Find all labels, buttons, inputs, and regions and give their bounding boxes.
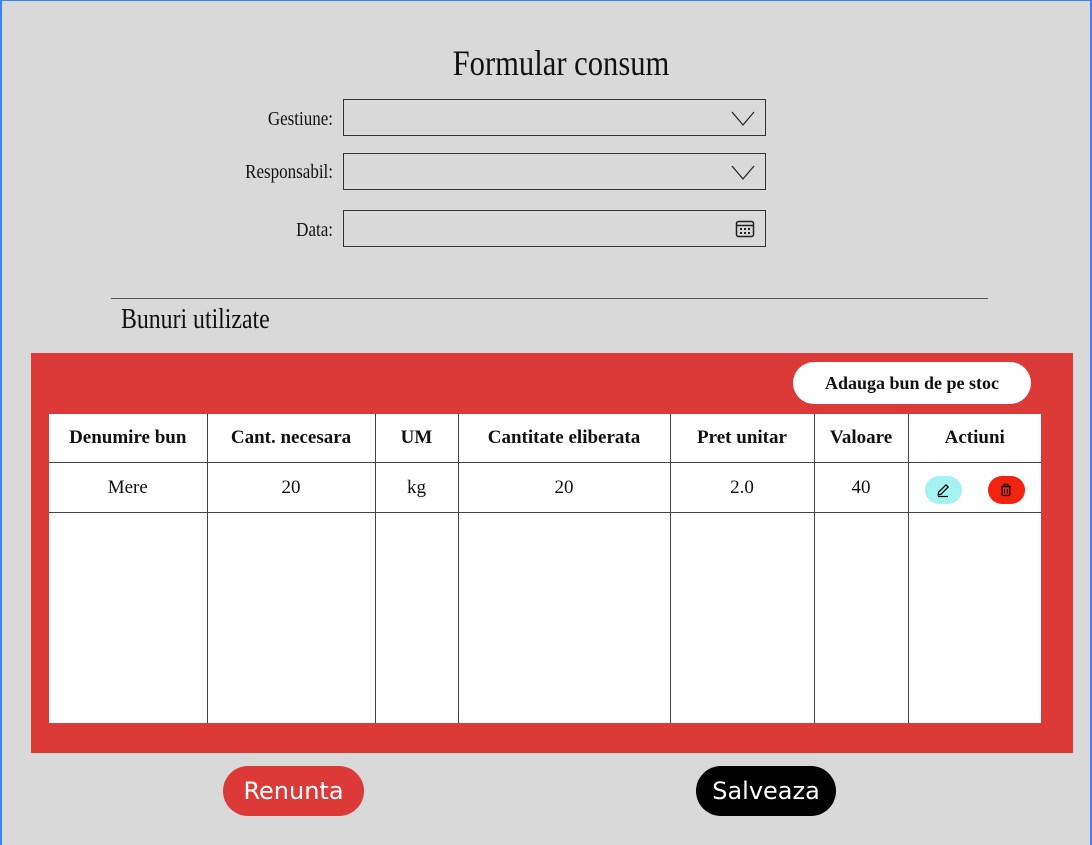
chevron-down-icon[interactable] [731,108,755,128]
column-header-actions: Actiuni [907,414,1041,463]
column-header-qty-released: Cantitate eliberata [457,414,671,463]
table-empty-row [49,512,1041,723]
cell-qty-needed: 20 [206,462,376,513]
gestiune-label: Gestiune: [267,108,333,130]
column-header-name: Denumire bun [49,414,208,463]
column-header-value: Valoare [813,414,909,463]
empty-cell [457,512,671,723]
cell-unit-price: 2.0 [669,462,815,513]
delete-row-button[interactable] [987,476,1025,504]
cancel-button[interactable]: Renunta [223,766,364,816]
section-divider [111,298,988,299]
column-header-unit-price: Pret unitar [669,414,815,463]
table-row: Mere 20 kg 20 2.0 40 [49,462,1041,513]
pencil-icon [937,484,950,498]
gestiune-select[interactable] [343,99,766,136]
trash-icon [1001,483,1012,497]
responsabil-select[interactable] [343,153,766,190]
empty-cell [907,512,1041,723]
empty-cell [813,512,909,723]
table-header-row: Denumire bun Cant. necesara UM Cantitate… [49,414,1041,463]
edit-row-button[interactable] [924,476,962,504]
cell-actions [907,462,1041,513]
add-stock-item-button[interactable]: Adauga bun de pe stoc [793,362,1031,404]
window-left-border [0,0,2,845]
chevron-down-icon[interactable] [731,162,755,182]
cell-name: Mere [49,462,208,513]
responsabil-label: Responsabil: [245,161,333,183]
cell-um: kg [374,462,459,513]
window-top-border [0,0,1092,1]
cell-value: 40 [813,462,909,513]
calendar-icon[interactable] [735,219,755,239]
column-header-qty-needed: Cant. necesara [206,414,376,463]
empty-cell [206,512,376,723]
goods-table: Denumire bun Cant. necesara UM Cantitate… [49,414,1041,723]
data-label: Data: [296,219,333,241]
empty-cell [49,512,208,723]
section-title: Bunuri utilizate [121,304,270,335]
save-button[interactable]: Salveaza [696,766,836,816]
date-input[interactable] [343,210,766,247]
page-title: Formular consum [452,43,670,83]
empty-cell [669,512,815,723]
empty-cell [374,512,459,723]
cell-qty-released: 20 [457,462,671,513]
column-header-um: UM [374,414,459,463]
